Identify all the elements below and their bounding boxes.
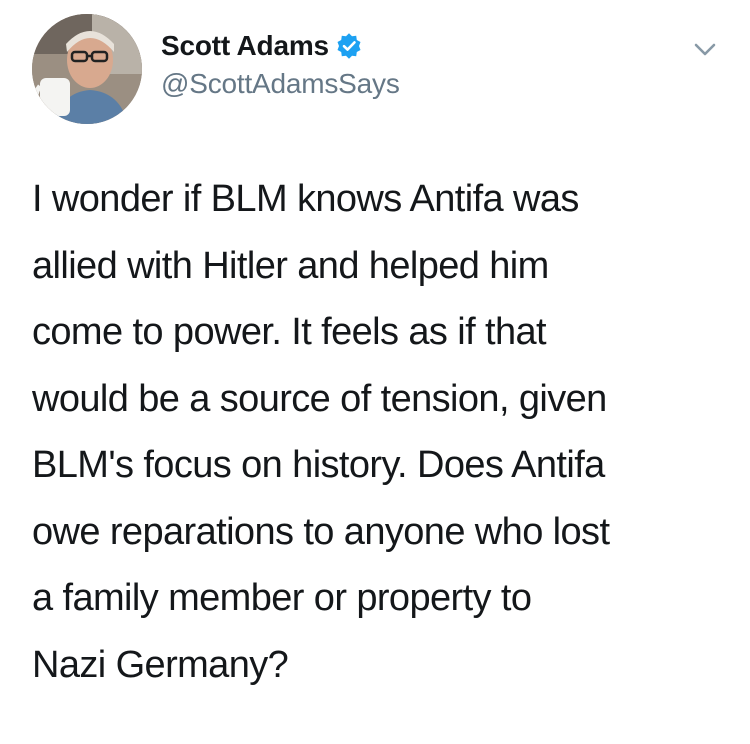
display-name[interactable]: Scott Adams [161,30,329,62]
tweet-header: Scott Adams @ScottAdamsSays [32,14,722,124]
author-handle[interactable]: @ScottAdamsSays [161,68,400,100]
avatar-photo [32,14,142,124]
display-name-row: Scott Adams [161,28,400,64]
tweet-card: Scott Adams @ScottAdamsSays I wonder if … [0,0,750,744]
author-names: Scott Adams @ScottAdamsSays [161,28,400,100]
tweet-text: I wonder if BLM knows Antifa was allied … [32,178,610,686]
chevron-down-icon[interactable] [692,36,718,62]
verified-badge-icon [336,33,362,59]
avatar[interactable] [32,14,142,124]
